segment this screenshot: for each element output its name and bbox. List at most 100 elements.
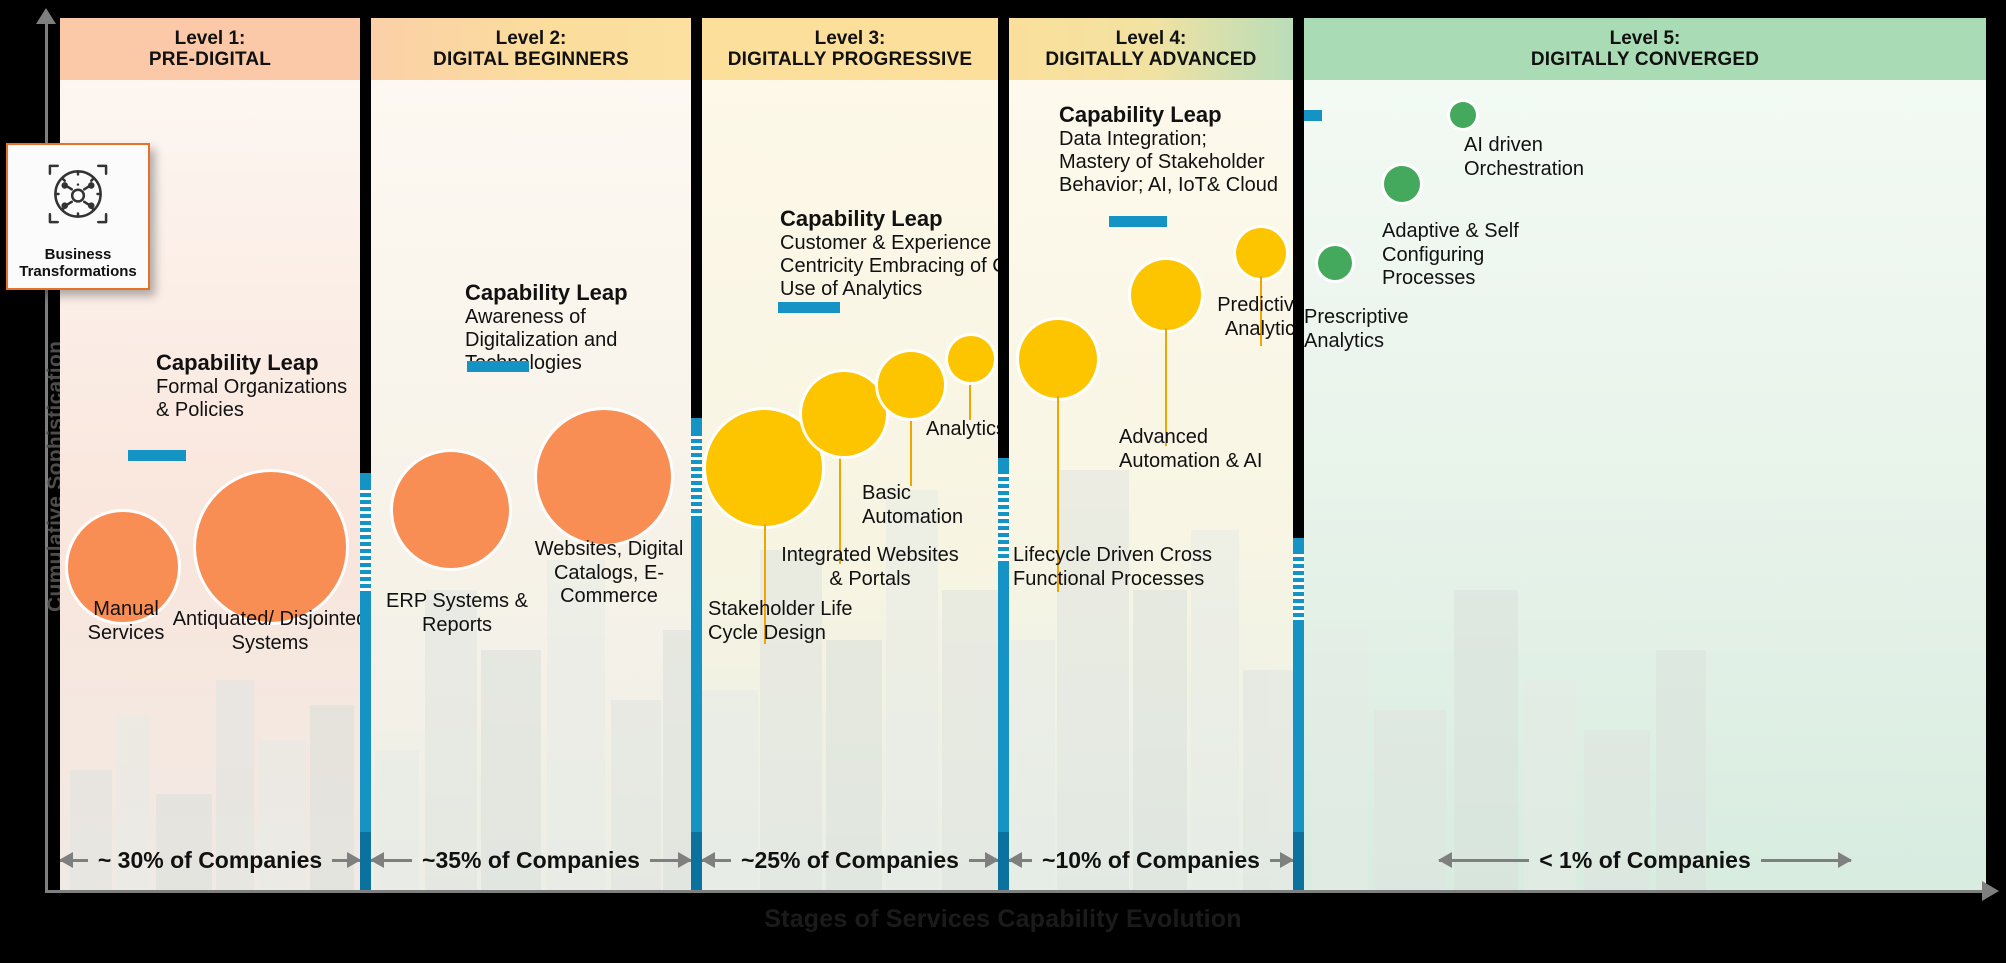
- level-3-leap-title: Capability Leap: [780, 206, 943, 231]
- level-2-header-line1: Level 2:: [495, 27, 567, 49]
- level-5-bubble-ai-orchestration-label: AI driven Orchestration: [1464, 134, 1585, 180]
- level-1-bubble-2: [196, 472, 346, 622]
- level-5-bubble-prescriptive-label: Prescriptive Analytics: [1304, 306, 1409, 352]
- divider-2: [691, 18, 702, 890]
- level-4-percentage-label: ~10% of Companies: [1042, 846, 1260, 873]
- level-1-bubble-1-label: Manual Services: [87, 598, 165, 644]
- right-arrow-icon: [1760, 851, 1852, 868]
- level-2-bubble-2: [537, 410, 671, 544]
- level-4-bubble-1: [1019, 320, 1097, 398]
- level-2-percentage-label: ~35% of Companies: [422, 846, 640, 873]
- level-3-bubble-3: [878, 352, 944, 418]
- level-2-body: Capability Leap Awareness of Digitalizat…: [371, 80, 691, 890]
- level-5-leap-marker: [1304, 110, 1322, 121]
- level-4-bubble-2: [1131, 260, 1201, 330]
- level-5-bubble-adaptive: [1384, 166, 1420, 202]
- level-1-percentage-label: ~ 30% of Companies: [97, 846, 323, 873]
- left-arrow-icon: [1009, 851, 1033, 868]
- level-5-header: Level 5: DIGITALLY CONVERGED: [1304, 18, 1986, 80]
- level-5-column: Level 5: DIGITALLY CONVERGED AI driven O…: [1304, 18, 1986, 890]
- divider-4: [1293, 18, 1304, 890]
- level-1-header-line1: Level 1:: [174, 27, 246, 49]
- divider-3: [998, 18, 1009, 890]
- level-1-leap-marker: [128, 450, 186, 461]
- right-arrow-icon: [332, 851, 360, 868]
- level-1-leap-title: Capability Leap: [156, 350, 319, 375]
- level-3-leap-desc: Customer & Experience Centricity Embraci…: [780, 231, 998, 300]
- level-4-capability-leap: Capability Leap Data Integration; Master…: [1059, 102, 1281, 197]
- level-1-header-line2: PRE-DIGITAL: [148, 49, 272, 70]
- right-arrow-icon: [968, 851, 998, 868]
- x-axis-label: Stages of Services Capability Evolution: [764, 905, 1242, 933]
- level-5-header-line1: Level 5:: [1609, 27, 1681, 49]
- level-3-leap-marker: [778, 302, 840, 313]
- level-1-header: Level 1: PRE-DIGITAL: [60, 18, 360, 80]
- level-3-bubble-3-label: Basic Automation: [862, 482, 964, 528]
- level-5-bubble-ai-orchestration: [1450, 102, 1476, 128]
- level-4-bubble-1-label: Lifecycle Driven Cross Functional Proces…: [1013, 544, 1212, 590]
- level-4-header-line2: DIGITALLY ADVANCED: [1045, 49, 1257, 70]
- left-arrow-icon: [702, 851, 732, 868]
- level-4-body: Capability Leap Data Integration; Master…: [1009, 80, 1293, 890]
- level-4-percentage-row: ~10% of Companies: [1009, 830, 1293, 890]
- level-5-percentage-label: < 1% of Companies: [1539, 846, 1751, 873]
- level-2-bubble-2-label: Websites, Digital Catalogs, E-Commerce: [534, 538, 684, 608]
- level-4-leap-marker: [1109, 216, 1167, 227]
- level-3-percentage-row: ~25% of Companies: [702, 830, 998, 890]
- level-4-header-line1: Level 4:: [1115, 27, 1187, 49]
- level-5-bubble-prescriptive: [1318, 246, 1352, 280]
- right-arrow-icon: [1269, 851, 1293, 868]
- divider-1: [360, 18, 371, 890]
- level-5-body: AI driven Orchestration Adaptive & Self …: [1304, 80, 1986, 890]
- level-1-capability-leap: Capability Leap Formal Organizations & P…: [156, 350, 356, 422]
- level-1-percentage-row: ~ 30% of Companies: [60, 830, 360, 890]
- level-3-bubble-1-label: Stakeholder Life Cycle Design: [708, 598, 853, 644]
- business-transformations-card[interactable]: Business Transformations: [6, 143, 150, 290]
- level-2-column: Level 2: DIGITAL BEGINNERS Capability Le…: [371, 18, 691, 890]
- level-5-header-line2: DIGITALLY CONVERGED: [1530, 49, 1760, 70]
- maturity-model-diagram: Cumulative Sophistication Level 1: PRE-D…: [0, 0, 2006, 963]
- level-5-bubble-adaptive-label: Adaptive & Self Configuring Processes: [1382, 220, 1519, 290]
- level-3-bubble-2-label: Integrated Websites & Portals: [781, 544, 959, 590]
- level-4-column: Level 4: DIGITALLY ADVANCED Capability L…: [1009, 18, 1293, 890]
- left-arrow-icon: [371, 851, 413, 868]
- level-3-header-line2: DIGITALLY PROGRESSIVE: [727, 49, 973, 70]
- left-arrow-icon: [60, 851, 88, 868]
- level-3-bubble-4: [948, 336, 994, 382]
- level-3-bubble-2: [802, 372, 886, 456]
- level-5-percentage-row: < 1% of Companies: [1304, 830, 1986, 890]
- level-2-header-line2: DIGITAL BEGINNERS: [433, 49, 629, 70]
- level-2-header: Level 2: DIGITAL BEGINNERS: [371, 18, 691, 80]
- level-3-column: Level 3: DIGITALLY PROGRESSIVE Capabilit…: [702, 18, 998, 890]
- level-3-stem-3: [910, 414, 912, 486]
- business-transformations-line1: Business: [44, 245, 112, 263]
- level-2-leap-marker: [467, 361, 529, 372]
- level-2-percentage-row: ~35% of Companies: [371, 830, 691, 890]
- level-1-bubble-2-label: Antiquated/ Disjointed Systems: [172, 608, 360, 654]
- level-3-header: Level 3: DIGITALLY PROGRESSIVE: [702, 18, 998, 80]
- level-1-leap-desc: Formal Organizations & Policies: [156, 375, 348, 421]
- level-4-leap-title: Capability Leap: [1059, 102, 1222, 127]
- level-2-leap-title: Capability Leap: [465, 280, 628, 305]
- level-3-percentage-label: ~25% of Companies: [741, 846, 959, 873]
- level-3-stem-4: [969, 380, 971, 420]
- x-axis-arrow-icon: [1982, 881, 1999, 901]
- level-3-bubble-4-label: Analytics: [926, 418, 998, 440]
- level-3-body: Capability Leap Customer & Experience Ce…: [702, 80, 998, 890]
- level-4-header: Level 4: DIGITALLY ADVANCED: [1009, 18, 1293, 80]
- business-transformations-caption: Business Transformations: [8, 246, 148, 281]
- level-3-capability-leap: Capability Leap Customer & Experience Ce…: [780, 206, 998, 301]
- level-2-bubble-1: [393, 452, 509, 568]
- level-4-bubble-3-label: Predictive Analytics: [1217, 294, 1293, 340]
- level-3-header-line1: Level 3:: [814, 27, 886, 49]
- level-4-bubble-3: [1236, 228, 1286, 278]
- level-2-bubble-1-label: ERP Systems & Reports: [386, 590, 528, 636]
- business-transformation-gear-icon: [48, 164, 108, 224]
- x-axis-line: [45, 890, 1985, 893]
- right-arrow-icon: [649, 851, 691, 868]
- skyline-decoration: [1304, 370, 1986, 890]
- business-transformations-line2: Transformations: [19, 262, 137, 280]
- level-4-leap-desc: Data Integration; Mastery of Stakeholder…: [1059, 127, 1279, 196]
- level-4-bubble-2-label: Advanced Automation & AI: [1119, 426, 1263, 472]
- left-arrow-icon: [1438, 851, 1530, 868]
